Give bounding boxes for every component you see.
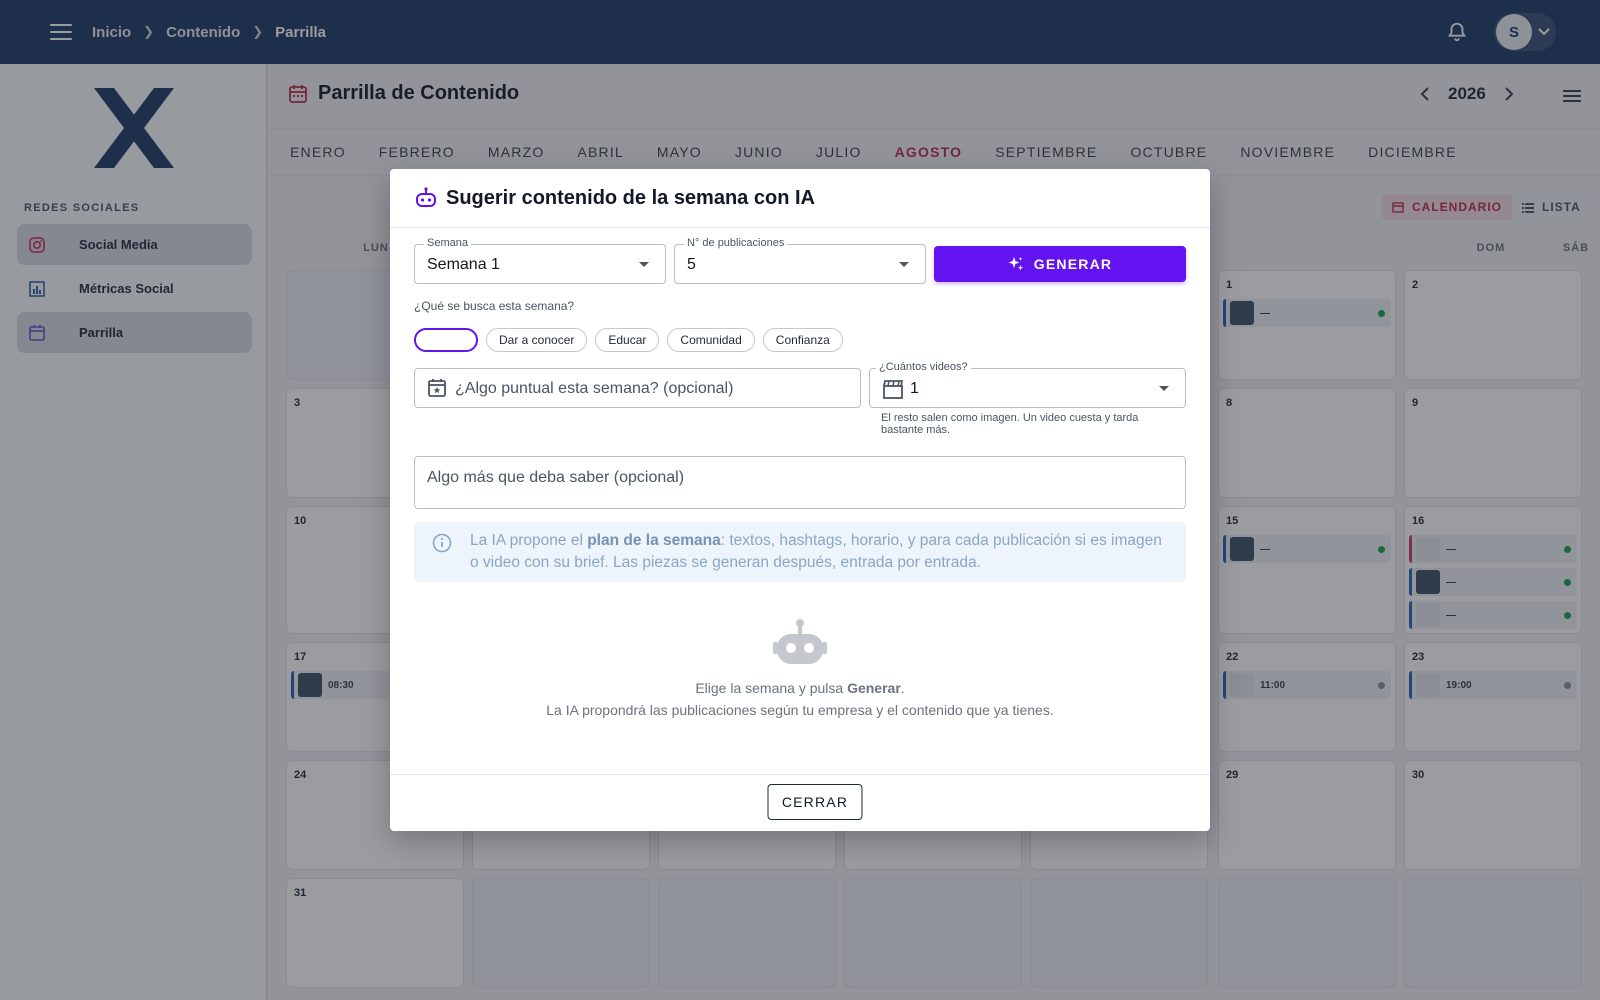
semana-value: Semana 1 bbox=[427, 256, 500, 273]
empty-state-line1: Elige la semana y pulsa Generar. bbox=[390, 680, 1210, 696]
empty-state-line2: La IA propondrá las publicaciones según … bbox=[546, 702, 1054, 718]
chip-confianza[interactable]: Confianza bbox=[762, 328, 843, 352]
suggest-content-dialog: Sugerir contenido de la semana con IA Se… bbox=[390, 169, 1210, 831]
info-text-pre: La IA propone el bbox=[470, 532, 588, 549]
videos-label: ¿Cuántos videos? bbox=[876, 361, 971, 373]
extra-info-placeholder: Algo más que deba saber (opcional) bbox=[427, 469, 685, 486]
publicaciones-value: 5 bbox=[687, 256, 696, 273]
robot-icon bbox=[416, 187, 436, 207]
close-button[interactable]: CERRAR bbox=[767, 784, 863, 820]
dialog-header: Sugerir contenido de la semana con IA bbox=[390, 169, 1210, 228]
publicaciones-label: N° de publicaciones bbox=[684, 237, 788, 249]
dropdown-arrow-icon bbox=[639, 262, 649, 267]
chip-comunidad[interactable]: Comunidad bbox=[667, 328, 755, 352]
dropdown-arrow-icon bbox=[899, 262, 909, 267]
extra-info-textarea[interactable]: Algo más que deba saber (opcional) bbox=[414, 456, 1186, 509]
robot-icon bbox=[773, 619, 827, 664]
chip-dar-a-conocer[interactable]: Dar a conocer bbox=[486, 328, 588, 352]
generate-button[interactable]: GENERAR bbox=[934, 246, 1186, 282]
goal-chips: Dar a conocer Educar Comunidad Confianza bbox=[414, 328, 843, 352]
empty-line1-bold: Generar bbox=[847, 680, 901, 696]
empty-line1-pre: Elige la semana y pulsa bbox=[695, 680, 848, 696]
dialog-title: Sugerir contenido de la semana con IA bbox=[446, 186, 815, 209]
info-alert: La IA propone el plan de la semana: text… bbox=[414, 522, 1186, 582]
puntual-placeholder: ¿Algo puntual esta semana? (opcional) bbox=[455, 380, 734, 397]
info-icon bbox=[432, 533, 452, 553]
info-text: La IA propone el plan de la semana: text… bbox=[470, 530, 1170, 574]
dialog-footer: CERRAR bbox=[390, 774, 1210, 831]
empty-line1-post: . bbox=[900, 680, 905, 696]
info-text-bold: plan de la semana bbox=[587, 532, 721, 549]
semana-select[interactable]: Semana Semana 1 bbox=[414, 237, 666, 284]
publicaciones-select[interactable]: N° de publicaciones 5 bbox=[674, 237, 926, 284]
videos-value: 1 bbox=[910, 380, 919, 397]
chip-selected[interactable] bbox=[414, 328, 478, 352]
calendar-star-icon bbox=[428, 379, 446, 397]
clapperboard-icon bbox=[883, 380, 904, 399]
videos-helper-text: El resto salen como imagen. Un video cue… bbox=[881, 412, 1139, 436]
goal-question: ¿Qué se busca esta semana? bbox=[414, 299, 575, 313]
dropdown-arrow-icon bbox=[1159, 386, 1169, 391]
videos-select[interactable]: ¿Cuántos videos? 1 bbox=[869, 361, 1186, 408]
generate-label: GENERAR bbox=[1033, 256, 1113, 272]
chip-educar[interactable]: Educar bbox=[595, 328, 660, 352]
semana-label: Semana bbox=[424, 237, 471, 249]
puntual-input[interactable]: ¿Algo puntual esta semana? (opcional) bbox=[414, 368, 861, 408]
sparkle-icon bbox=[1008, 257, 1023, 271]
